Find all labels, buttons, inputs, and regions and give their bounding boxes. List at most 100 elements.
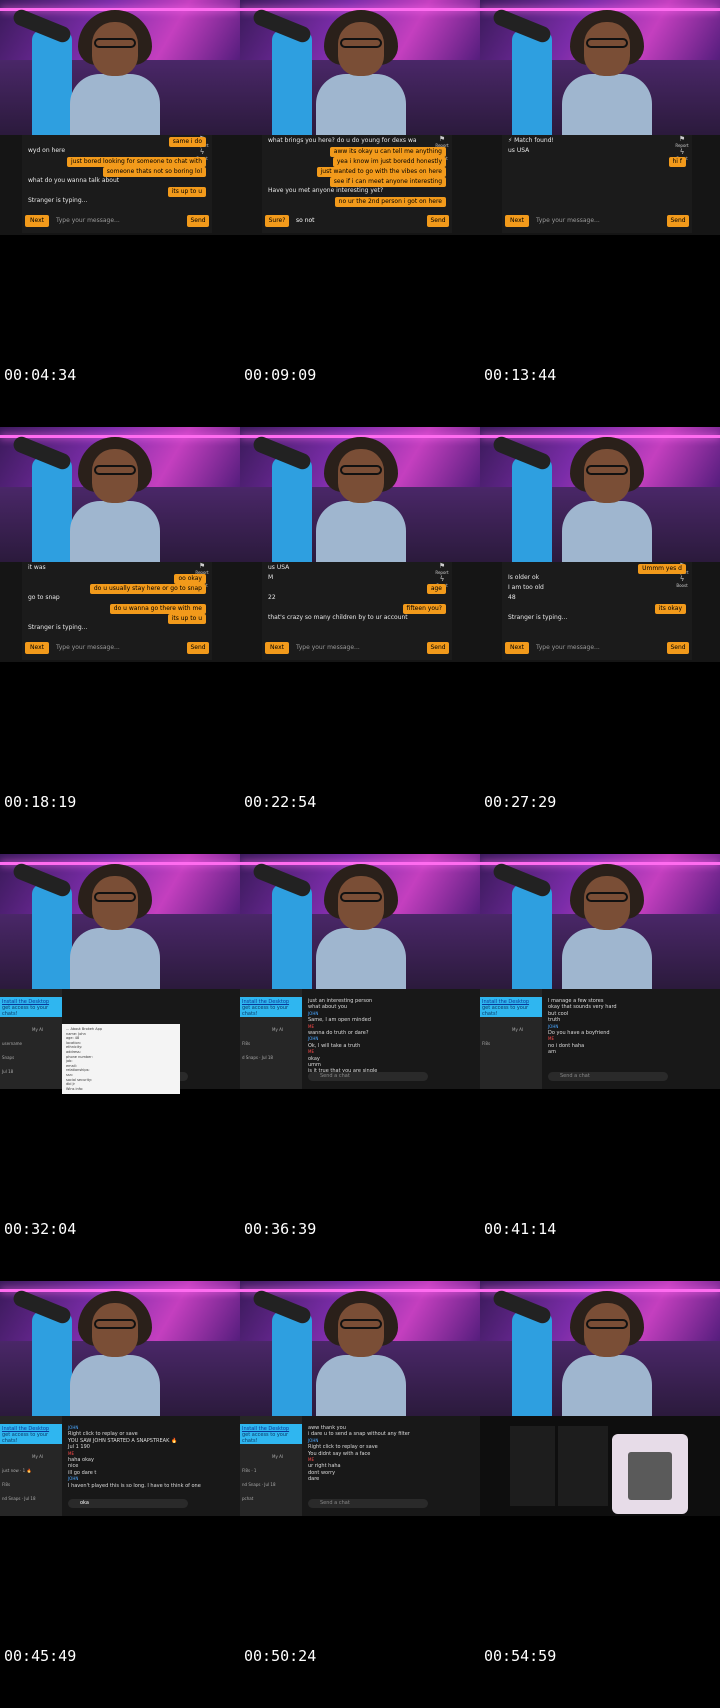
chat-message: hi f <box>668 157 686 167</box>
doc-line: age: 48 <box>66 1036 80 1041</box>
chat-list-item[interactable]: Fl8s · 1 <box>242 1468 256 1473</box>
chat-message: 22 <box>268 594 276 601</box>
face <box>92 876 138 930</box>
send-button[interactable]: Send <box>427 215 449 227</box>
send-button[interactable]: Send <box>187 642 209 654</box>
send-chat-input[interactable]: Send a chat <box>308 1072 428 1081</box>
lightning-icon[interactable]: ϟ <box>192 148 212 156</box>
send-chat-input[interactable]: Send a chat <box>308 1499 428 1508</box>
message-input[interactable]: Type your message... <box>52 215 176 227</box>
next-button[interactable]: Sure? <box>265 215 289 227</box>
next-button[interactable]: Next <box>25 215 49 227</box>
install-desktop-banner[interactable]: Install the Desktop get access to your ch… <box>480 997 542 1017</box>
next-button[interactable]: Next <box>25 642 49 654</box>
my-ai-chat[interactable]: My AI <box>512 1027 523 1032</box>
face <box>338 1303 384 1357</box>
chat-input-bar: Next Type your message... Send <box>22 640 212 656</box>
chat-message: yea i know im just boredd honestly <box>332 157 446 167</box>
chat-list-item[interactable]: Fl8s <box>2 1482 10 1487</box>
chat-list-item[interactable]: Snaps <box>2 1055 14 1060</box>
chat-line: I haven't played this is so long. I have… <box>68 1482 201 1489</box>
lightning-icon[interactable]: ϟ <box>432 575 452 583</box>
message-input[interactable]: Type your message... <box>532 642 656 654</box>
sender-label: ME <box>308 1049 314 1055</box>
webcam-feed <box>0 854 240 989</box>
notes-document: ... About Brokeh App name: John age: 48 loc… <box>62 1024 180 1094</box>
sender-label: JOHN <box>308 1437 319 1443</box>
my-ai-chat[interactable]: My AI <box>32 1027 43 1032</box>
message-input[interactable]: Type your message... <box>292 642 416 654</box>
chat-input-bar: Sure? so not Send <box>262 213 452 229</box>
face <box>338 876 384 930</box>
video-frame: JohnInstall the Desktopget access to you… <box>240 854 480 1281</box>
chat-list-item[interactable]: nd Snaps · Jul 18 <box>2 1496 36 1501</box>
doc-line: Wins info: <box>66 1086 84 1091</box>
chat-message: its up to u <box>167 187 206 197</box>
send-button[interactable]: Send <box>667 642 689 654</box>
shirt <box>316 501 406 562</box>
chat-message: oo okay <box>174 574 206 584</box>
send-chat-input[interactable]: oka <box>68 1499 188 1508</box>
chat-message: Stranger is typing... <box>508 614 568 621</box>
chat-line: ur right haha <box>308 1463 341 1470</box>
face <box>92 1303 138 1357</box>
message-input[interactable]: so not <box>292 215 416 227</box>
flag-icon[interactable]: ⚑ <box>432 562 452 570</box>
sender-label: ME <box>308 1023 314 1029</box>
flag-icon[interactable]: ⚑ <box>672 135 692 143</box>
chat-list-item[interactable]: username <box>2 1041 22 1046</box>
doc-line: job: <box>66 1059 73 1064</box>
doc-line: ... About Brokeh App <box>66 1027 103 1031</box>
chat-list-item[interactable]: d Snaps · Jul 18 <box>242 1055 273 1060</box>
next-button[interactable]: Next <box>265 642 289 654</box>
boost-button[interactable]: Boost <box>676 583 687 588</box>
chat-line: haha okay <box>68 1457 94 1463</box>
shirt <box>316 928 406 989</box>
sender-label: JOHN <box>68 1476 79 1482</box>
timestamp: 00:22:54 <box>244 793 317 811</box>
banner-subtitle: get access to your chats! <box>2 1432 49 1444</box>
webcam-feed <box>240 427 480 562</box>
chat-list-item[interactable]: pchat <box>242 1496 253 1501</box>
install-desktop-banner[interactable]: Install the Desktop get access to your ch… <box>0 997 62 1017</box>
video-frame: ⚑ReportϟBoostit wasoo okaydo u usually s… <box>0 427 240 854</box>
lightning-icon[interactable]: ϟ <box>672 148 692 156</box>
my-ai-chat[interactable]: My AI <box>272 1027 283 1032</box>
install-desktop-banner[interactable]: Install the Desktop get access to your ch… <box>0 1424 62 1444</box>
send-button[interactable]: Send <box>187 215 209 227</box>
my-ai-chat[interactable]: My AI <box>272 1454 283 1459</box>
chat-list-item[interactable]: Fl8s <box>242 1041 250 1046</box>
timestamp: 00:54:59 <box>484 1647 557 1665</box>
timestamp: 00:18:19 <box>4 793 77 811</box>
chat-line: what about you <box>308 1004 348 1011</box>
install-desktop-banner[interactable]: Install the Desktop get access to your ch… <box>240 997 302 1017</box>
my-ai-chat[interactable]: My AI <box>32 1454 43 1459</box>
message-input[interactable]: Type your message... <box>52 642 176 654</box>
install-desktop-banner[interactable]: Install the Desktop get access to your ch… <box>240 1424 302 1444</box>
chat-message: someone thats not so boring lol <box>102 167 206 177</box>
chat-message: just wanted to go with the vibes on here <box>316 167 446 177</box>
sender-label: JOHN <box>308 1010 319 1016</box>
flag-icon[interactable]: ⚑ <box>192 562 212 570</box>
snapchat-web-panel: JohnInstall the Desktopget access to you… <box>480 989 720 1089</box>
send-button[interactable]: Send <box>667 215 689 227</box>
streamer <box>70 1291 160 1416</box>
chat-input-bar: Next Type your message... Send <box>262 640 452 656</box>
chat-list-item[interactable]: just now · 1 🔥 <box>2 1468 31 1473</box>
streamer <box>562 10 652 135</box>
send-button[interactable]: Send <box>427 642 449 654</box>
gaming-chair <box>32 884 72 989</box>
streamer <box>562 864 652 989</box>
lightning-icon[interactable]: ϟ <box>672 575 692 583</box>
chat-line: You didnt say with a face <box>308 1450 371 1457</box>
send-chat-input[interactable]: Send a chat <box>548 1072 668 1081</box>
next-button[interactable]: Next <box>505 215 529 227</box>
message-input[interactable]: Type your message... <box>532 215 656 227</box>
flag-icon[interactable]: ⚑ <box>432 135 452 143</box>
chat-list-item[interactable]: Fl8s <box>482 1041 490 1046</box>
next-button[interactable]: Next <box>505 642 529 654</box>
chat-list-item[interactable]: Jul 18 <box>2 1069 13 1074</box>
chat-list-item[interactable]: nd Snaps · Jul 18 <box>242 1482 276 1487</box>
chat-message: fifteen you? <box>402 604 446 614</box>
webcam-feed <box>480 854 720 989</box>
